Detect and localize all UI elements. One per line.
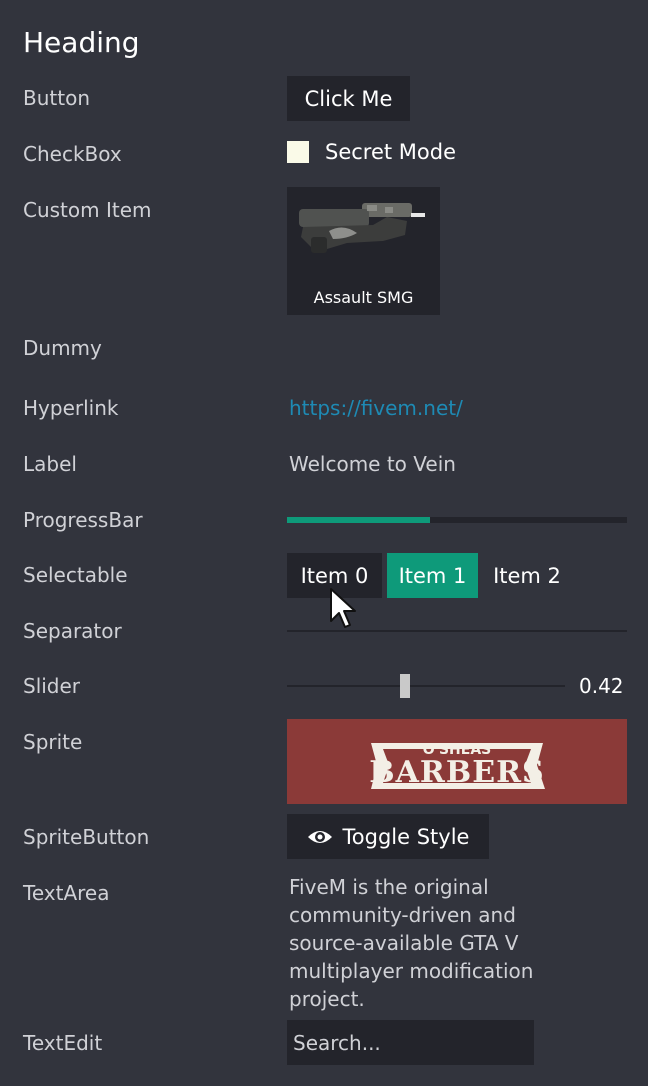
separator-line	[287, 630, 627, 632]
slider-label: Slider	[23, 674, 81, 698]
selectable-label: Selectable	[23, 563, 128, 587]
button-label: Button	[23, 86, 90, 110]
secret-mode-checkbox[interactable]: Secret Mode	[287, 140, 456, 164]
sprite-label: Sprite	[23, 730, 83, 754]
page-heading: Heading	[23, 26, 140, 59]
barbers-sprite: O'SHEAS BARBERS	[287, 719, 627, 804]
checkbox-label: CheckBox	[23, 142, 122, 166]
textarea-label: TextArea	[23, 881, 110, 905]
toggle-style-button[interactable]: Toggle Style	[287, 814, 489, 859]
hyperlink-label: Hyperlink	[23, 396, 119, 420]
smg-icon	[299, 203, 425, 253]
custom-item-caption: Assault SMG	[313, 288, 414, 307]
slider-thumb[interactable]	[399, 674, 410, 698]
click-me-button[interactable]: Click Me	[287, 76, 410, 121]
label-label: Label	[23, 452, 77, 476]
selectable-item-2[interactable]: Item 2	[482, 553, 572, 598]
label-value: Welcome to Vein	[289, 452, 456, 476]
selectable-item-1[interactable]: Item 1	[387, 553, 478, 598]
progressbar-label: ProgressBar	[23, 508, 143, 532]
sign-main-text: BARBERS	[369, 755, 544, 790]
dummy-label: Dummy	[23, 336, 102, 360]
progress-bar-fill	[287, 517, 430, 523]
textedit-label: TextEdit	[23, 1031, 103, 1055]
progress-bar	[287, 517, 627, 523]
mouse-cursor-icon	[330, 588, 356, 628]
custom-item-tile[interactable]: Assault SMG	[287, 187, 440, 315]
spritebutton-label: SpriteButton	[23, 825, 150, 849]
textarea-text[interactable]: FiveM is the original community-driven a…	[289, 873, 589, 1013]
barbers-sign-logo: O'SHEAS BARBERS	[369, 742, 545, 790]
checkbox-box[interactable]	[287, 141, 309, 163]
checkbox-text: Secret Mode	[325, 140, 457, 164]
slider-value: 0.42	[579, 674, 624, 698]
custom-item-label: Custom Item	[23, 198, 152, 222]
eye-icon	[307, 830, 332, 843]
toggle-style-text: Toggle Style	[342, 824, 470, 849]
fivem-hyperlink[interactable]: https://fivem.net/	[289, 396, 463, 420]
search-input[interactable]	[287, 1020, 534, 1065]
separator-label: Separator	[23, 619, 122, 643]
slider-track[interactable]	[287, 685, 565, 687]
